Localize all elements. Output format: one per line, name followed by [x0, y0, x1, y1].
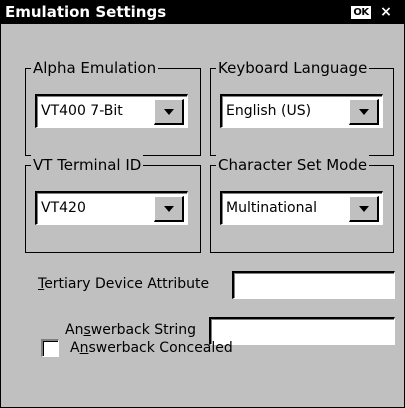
chevron-down-icon: [164, 206, 174, 212]
alpha-emulation-legend: Alpha Emulation: [31, 58, 159, 78]
keyboard-language-value: English (US): [226, 103, 312, 119]
keyboard-language-legend: Keyboard Language: [216, 58, 370, 78]
answerback-string-input[interactable]: [209, 317, 395, 345]
tertiary-label-rest: ertiary Device Attribute: [44, 276, 210, 292]
character-set-mode-value: Multinational: [226, 200, 317, 216]
character-set-mode-legend: Character Set Mode: [216, 155, 370, 175]
answerback-concealed-checkbox[interactable]: [41, 339, 59, 357]
dialog-body: Alpha Emulation VT400 7-Bit Keyboard Lan…: [1, 24, 404, 407]
alpha-emulation-select[interactable]: VT400 7-Bit: [35, 94, 188, 128]
chevron-down-icon: [164, 109, 174, 115]
window-title: Emulation Settings: [5, 3, 167, 21]
answerback-string-label-rest: werback String: [90, 322, 197, 338]
answerback-string-label-pre: An: [65, 322, 84, 338]
character-set-mode-group: Character Set Mode Multinational: [210, 155, 394, 253]
character-set-mode-dropdown-button[interactable]: [349, 196, 379, 222]
chevron-down-icon: [359, 206, 369, 212]
keyboard-language-dropdown-button[interactable]: [349, 99, 379, 125]
ok-button[interactable]: OK: [351, 6, 371, 19]
vt-terminal-id-group: VT Terminal ID VT420: [25, 155, 201, 253]
answerback-string-mnemonic: s: [83, 322, 91, 338]
vt-terminal-id-dropdown-button[interactable]: [154, 196, 184, 222]
alpha-emulation-group: Alpha Emulation VT400 7-Bit: [25, 58, 201, 156]
tertiary-device-attribute-input[interactable]: [232, 271, 395, 299]
chevron-down-icon: [359, 109, 369, 115]
character-set-mode-select[interactable]: Multinational: [220, 191, 383, 225]
keyboard-language-group: Keyboard Language English (US): [210, 58, 394, 156]
vt-terminal-id-legend: VT Terminal ID: [31, 155, 144, 175]
vt-terminal-id-select[interactable]: VT420: [35, 191, 188, 225]
answerback-concealed-label-rest: swerback Concealed: [88, 340, 233, 356]
emulation-settings-dialog: Emulation Settings OK × Alpha Emulation …: [0, 0, 405, 408]
title-bar: Emulation Settings OK ×: [1, 1, 404, 24]
close-icon[interactable]: ×: [378, 5, 394, 20]
alpha-emulation-dropdown-button[interactable]: [154, 99, 184, 125]
tertiary-device-attribute-label: Tertiary Device Attribute: [38, 274, 209, 294]
answerback-string-label: Answerback String: [65, 320, 196, 340]
answerback-concealed-label[interactable]: Answerback Concealed: [70, 338, 233, 358]
keyboard-language-select[interactable]: English (US): [220, 94, 383, 128]
vt-terminal-id-value: VT420: [41, 200, 86, 216]
alpha-emulation-value: VT400 7-Bit: [41, 103, 123, 119]
answerback-concealed-label-pre: A: [70, 340, 80, 356]
